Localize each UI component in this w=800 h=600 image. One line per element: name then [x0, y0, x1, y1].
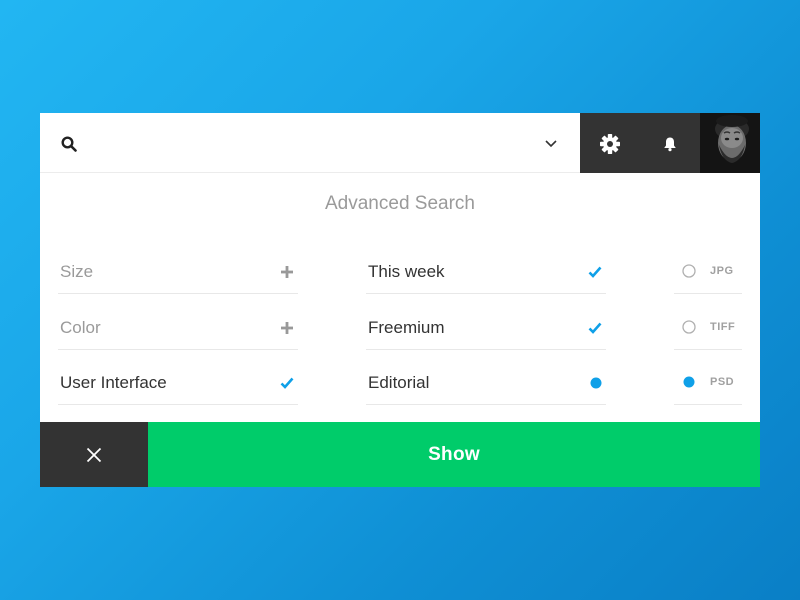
format-tiff[interactable]: TIFF — [674, 306, 742, 350]
radio-selected-icon[interactable] — [682, 375, 696, 389]
settings-button[interactable] — [580, 113, 640, 173]
action-bar: Show — [40, 422, 760, 487]
filter-this-week[interactable]: This week — [366, 250, 606, 294]
search-icon[interactable] — [61, 136, 77, 152]
radio-empty-icon[interactable] — [682, 264, 696, 278]
filter-label: Editorial — [368, 373, 430, 392]
filter-label: Size — [60, 262, 94, 281]
check-icon — [588, 322, 602, 334]
radio-empty-icon[interactable] — [682, 320, 696, 334]
filter-editorial[interactable]: Editorial — [366, 361, 606, 405]
avatar-image — [700, 113, 760, 173]
show-button[interactable]: Show — [148, 422, 760, 487]
format-psd[interactable]: PSD — [674, 361, 742, 405]
plus-icon[interactable] — [281, 266, 293, 278]
notifications-button[interactable] — [640, 113, 700, 173]
gear-icon — [600, 134, 620, 154]
format-label: JPG — [710, 265, 734, 277]
toolbar — [580, 113, 700, 173]
search-input[interactable] — [90, 127, 534, 161]
panel-title: Advanced Search — [325, 193, 475, 214]
check-icon — [588, 266, 602, 278]
filter-size[interactable]: Size — [58, 250, 298, 294]
top-bar — [40, 113, 760, 173]
filter-label: User Interface — [60, 373, 167, 392]
format-label: PSD — [710, 376, 735, 388]
advanced-search-panel: Advanced Search Size Color User Interfac… — [40, 113, 760, 487]
filter-freemium[interactable]: Freemium — [366, 306, 606, 350]
chevron-down-icon[interactable] — [544, 139, 558, 149]
bell-icon — [664, 137, 676, 152]
plus-icon[interactable] — [281, 322, 293, 334]
format-label: TIFF — [710, 321, 736, 333]
filter-label: Color — [60, 318, 101, 337]
filter-label: Freemium — [368, 318, 445, 337]
close-icon — [86, 447, 102, 463]
user-avatar[interactable] — [700, 113, 760, 173]
close-button[interactable] — [40, 422, 148, 487]
check-icon — [280, 377, 294, 389]
filter-user-interface[interactable]: User Interface — [58, 361, 298, 405]
dot-icon — [590, 377, 602, 389]
search-bar — [40, 113, 580, 173]
filter-color[interactable]: Color — [58, 306, 298, 350]
filter-label: This week — [368, 262, 445, 281]
format-jpg[interactable]: JPG — [674, 250, 742, 294]
